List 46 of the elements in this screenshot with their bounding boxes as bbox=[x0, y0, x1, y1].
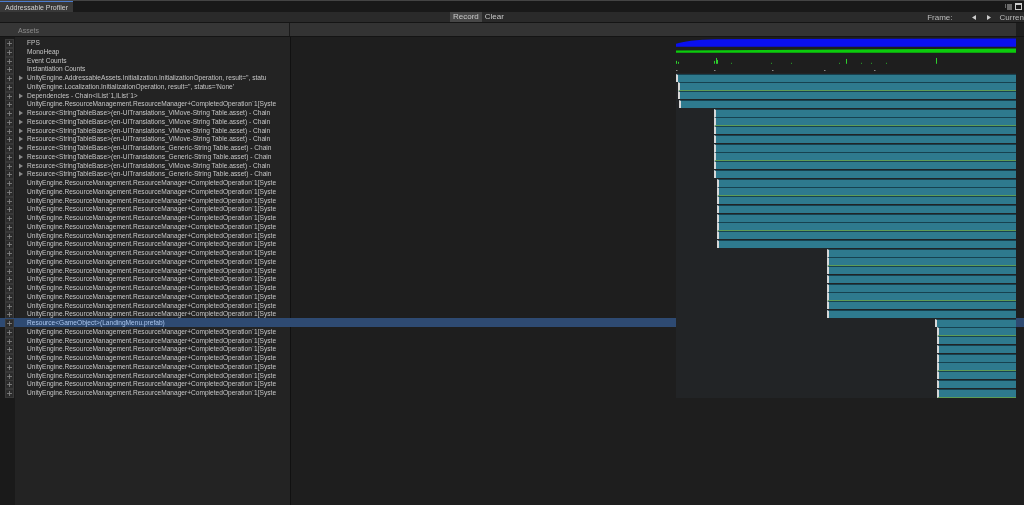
plus-button[interactable] bbox=[5, 170, 14, 180]
plus-button[interactable] bbox=[5, 319, 14, 328]
expand-arrow-icon[interactable] bbox=[18, 153, 24, 160]
plus-button[interactable] bbox=[5, 117, 14, 127]
plus-button[interactable] bbox=[5, 249, 14, 258]
expand-arrow-icon[interactable] bbox=[18, 92, 24, 99]
plus-button[interactable] bbox=[5, 292, 14, 302]
expand-arrow-icon[interactable] bbox=[18, 118, 24, 125]
plus-button[interactable] bbox=[5, 135, 14, 145]
toolbar-button[interactable]: Record bbox=[450, 12, 482, 22]
menu-icon[interactable] bbox=[1005, 3, 1012, 10]
plus-button[interactable] bbox=[5, 222, 14, 232]
plus-button[interactable] bbox=[5, 362, 14, 372]
plus-button[interactable] bbox=[5, 327, 14, 337]
expand-arrow-icon[interactable] bbox=[18, 127, 24, 134]
plus-button[interactable] bbox=[5, 205, 14, 215]
plus-button[interactable] bbox=[5, 345, 14, 355]
expand-arrow-icon[interactable] bbox=[18, 75, 24, 81]
plus-button[interactable] bbox=[5, 354, 14, 363]
plus-button[interactable] bbox=[5, 47, 14, 57]
plus-button[interactable] bbox=[5, 214, 14, 223]
plus-button[interactable] bbox=[5, 74, 14, 83]
plus-button[interactable] bbox=[5, 275, 14, 285]
plus-button[interactable] bbox=[5, 100, 14, 110]
plus-button[interactable] bbox=[5, 240, 14, 250]
plus-button[interactable] bbox=[5, 380, 14, 390]
plus-button[interactable] bbox=[5, 65, 14, 75]
plus-button[interactable] bbox=[5, 82, 14, 92]
expand-arrow-icon[interactable] bbox=[18, 110, 24, 116]
plus-button[interactable] bbox=[5, 152, 14, 162]
plus-button[interactable] bbox=[5, 179, 14, 188]
plus-button[interactable] bbox=[5, 39, 14, 48]
current-frame-button[interactable]: Curren bbox=[999, 12, 1024, 22]
plus-button[interactable] bbox=[5, 257, 14, 267]
toolbar-button[interactable]: Clear bbox=[481, 12, 507, 22]
plus-button[interactable] bbox=[5, 144, 14, 153]
plus-button[interactable] bbox=[5, 187, 14, 197]
plus-button[interactable] bbox=[5, 284, 14, 293]
expand-arrow-icon[interactable] bbox=[18, 145, 24, 151]
plus-button[interactable] bbox=[5, 109, 14, 118]
expand-arrow-icon[interactable] bbox=[18, 136, 24, 143]
plus-button[interactable] bbox=[5, 389, 14, 398]
frame-label: Frame: bbox=[927, 12, 953, 22]
maximize-icon[interactable] bbox=[1015, 3, 1022, 10]
expand-arrow-icon[interactable] bbox=[18, 162, 24, 169]
expand-arrow-icon[interactable] bbox=[18, 171, 24, 178]
